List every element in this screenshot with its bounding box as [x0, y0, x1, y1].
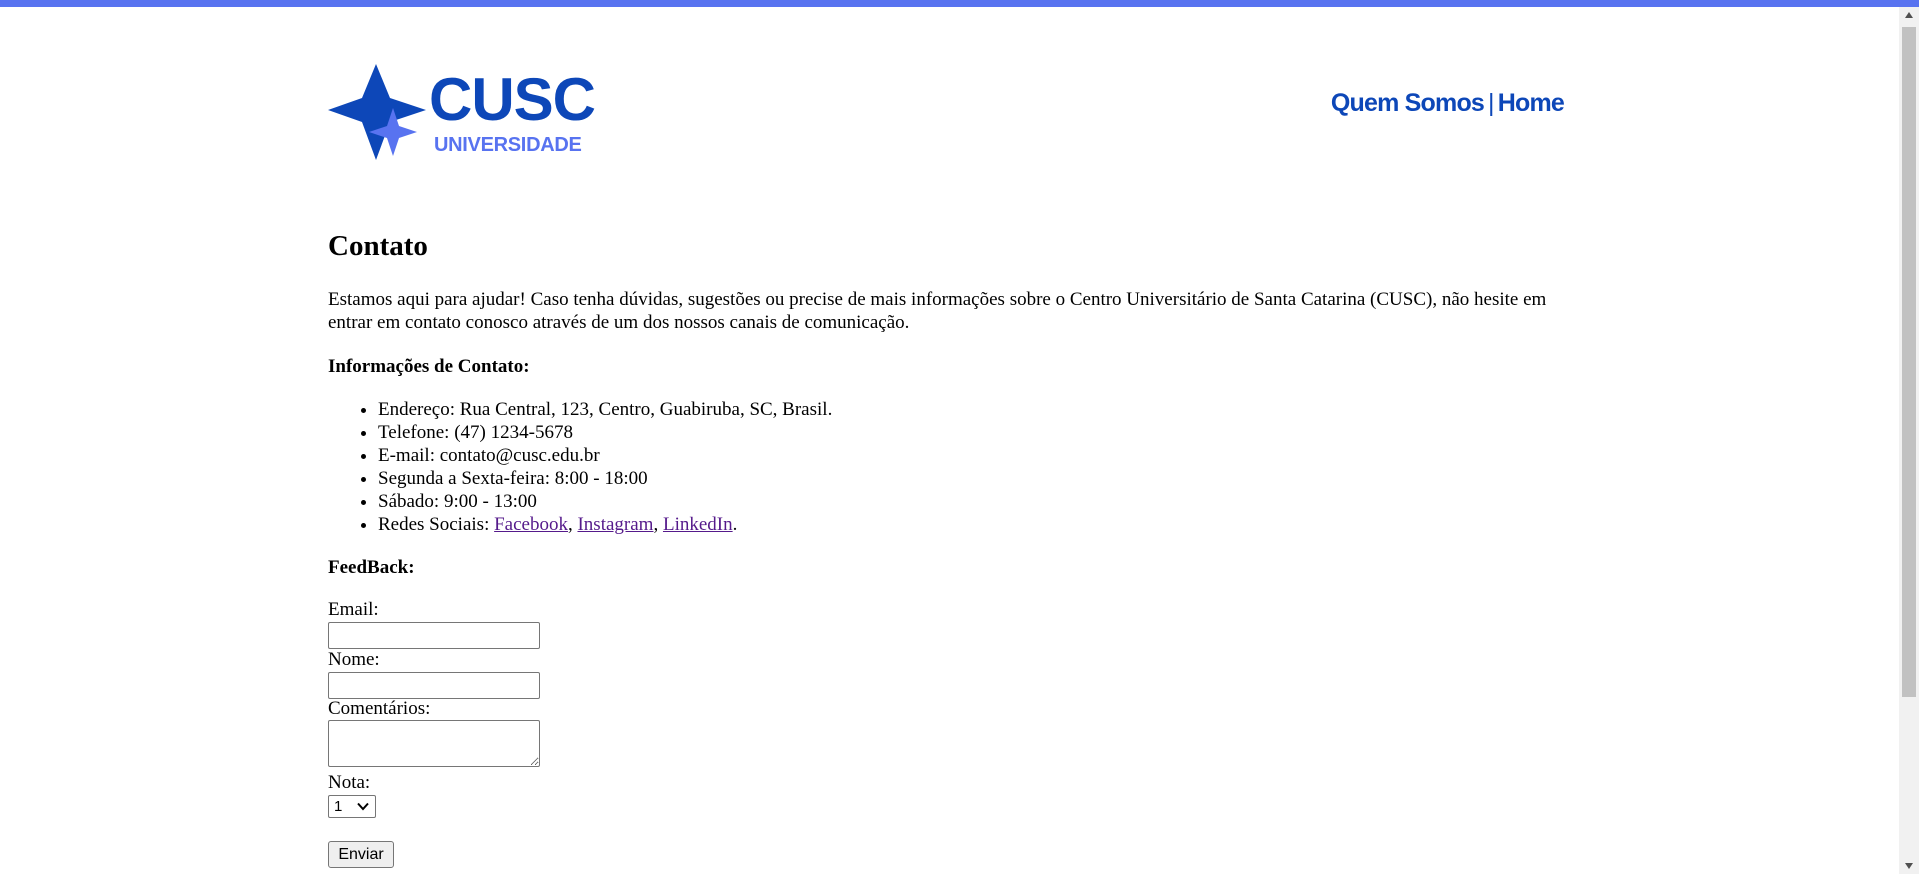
social-end: .	[732, 514, 738, 535]
social-comma: ,	[653, 514, 663, 535]
list-item-weekday-hours: Segunda a Sexta-feira: 8:00 - 18:00	[378, 467, 832, 490]
intro-paragraph: Estamos aqui para ajudar! Caso tenha dúv…	[328, 289, 1547, 333]
scrollbar-thumb[interactable]	[1902, 27, 1916, 697]
logo-subtitle: UNIVERSIDADE	[434, 134, 582, 156]
page-title: Contato	[328, 230, 428, 262]
linkedin-link[interactable]: LinkedIn	[663, 514, 733, 535]
star-logo-icon	[328, 64, 426, 160]
social-prefix: Redes Sociais:	[378, 514, 495, 535]
facebook-link[interactable]: Facebook	[494, 514, 568, 535]
email-label: Email:	[328, 599, 379, 620]
page-content: CUSC UNIVERSIDADE Quem Somos | Home Contat…	[0, 0, 1899, 874]
nav-link-home[interactable]: Home	[1498, 89, 1565, 117]
list-item-social: Redes Sociais: Facebook, Instagram, Link…	[378, 513, 832, 536]
chevron-down-icon	[357, 802, 369, 811]
logo-wordmark: CUSC	[429, 66, 596, 133]
submit-button[interactable]: Enviar	[328, 841, 394, 868]
rating-selected-value: 1	[334, 798, 343, 815]
list-item-address: Endereço: Rua Central, 123, Centro, Guab…	[378, 398, 832, 421]
name-field[interactable]	[328, 672, 540, 699]
list-item-phone: Telefone: (47) 1234-5678	[378, 421, 832, 444]
scroll-up-arrow-icon[interactable]	[1904, 11, 1914, 19]
rating-select[interactable]: 1	[328, 795, 376, 818]
nav-separator: |	[1488, 89, 1494, 117]
vertical-scrollbar[interactable]	[1899, 7, 1919, 874]
list-item-email: E-mail: contato@cusc.edu.br	[378, 444, 832, 467]
scroll-down-arrow-icon[interactable]	[1904, 862, 1914, 870]
instagram-link[interactable]: Instagram	[577, 514, 653, 535]
rating-label: Nota:	[328, 772, 371, 793]
feedback-heading: FeedBack:	[328, 557, 415, 578]
cusc-logo[interactable]: CUSC UNIVERSIDADE	[328, 62, 600, 162]
contact-info-heading: Informações de Contato:	[328, 356, 530, 377]
comments-textarea[interactable]	[328, 720, 540, 767]
top-navigation: Quem Somos | Home	[1331, 88, 1565, 118]
nav-link-quem-somos[interactable]: Quem Somos	[1331, 89, 1485, 117]
contact-info-list: Endereço: Rua Central, 123, Centro, Guab…	[328, 398, 832, 536]
list-item-saturday-hours: Sábado: 9:00 - 13:00	[378, 490, 832, 513]
name-label: Nome:	[328, 649, 380, 670]
email-field[interactable]	[328, 622, 540, 649]
comments-label: Comentários:	[328, 698, 431, 719]
